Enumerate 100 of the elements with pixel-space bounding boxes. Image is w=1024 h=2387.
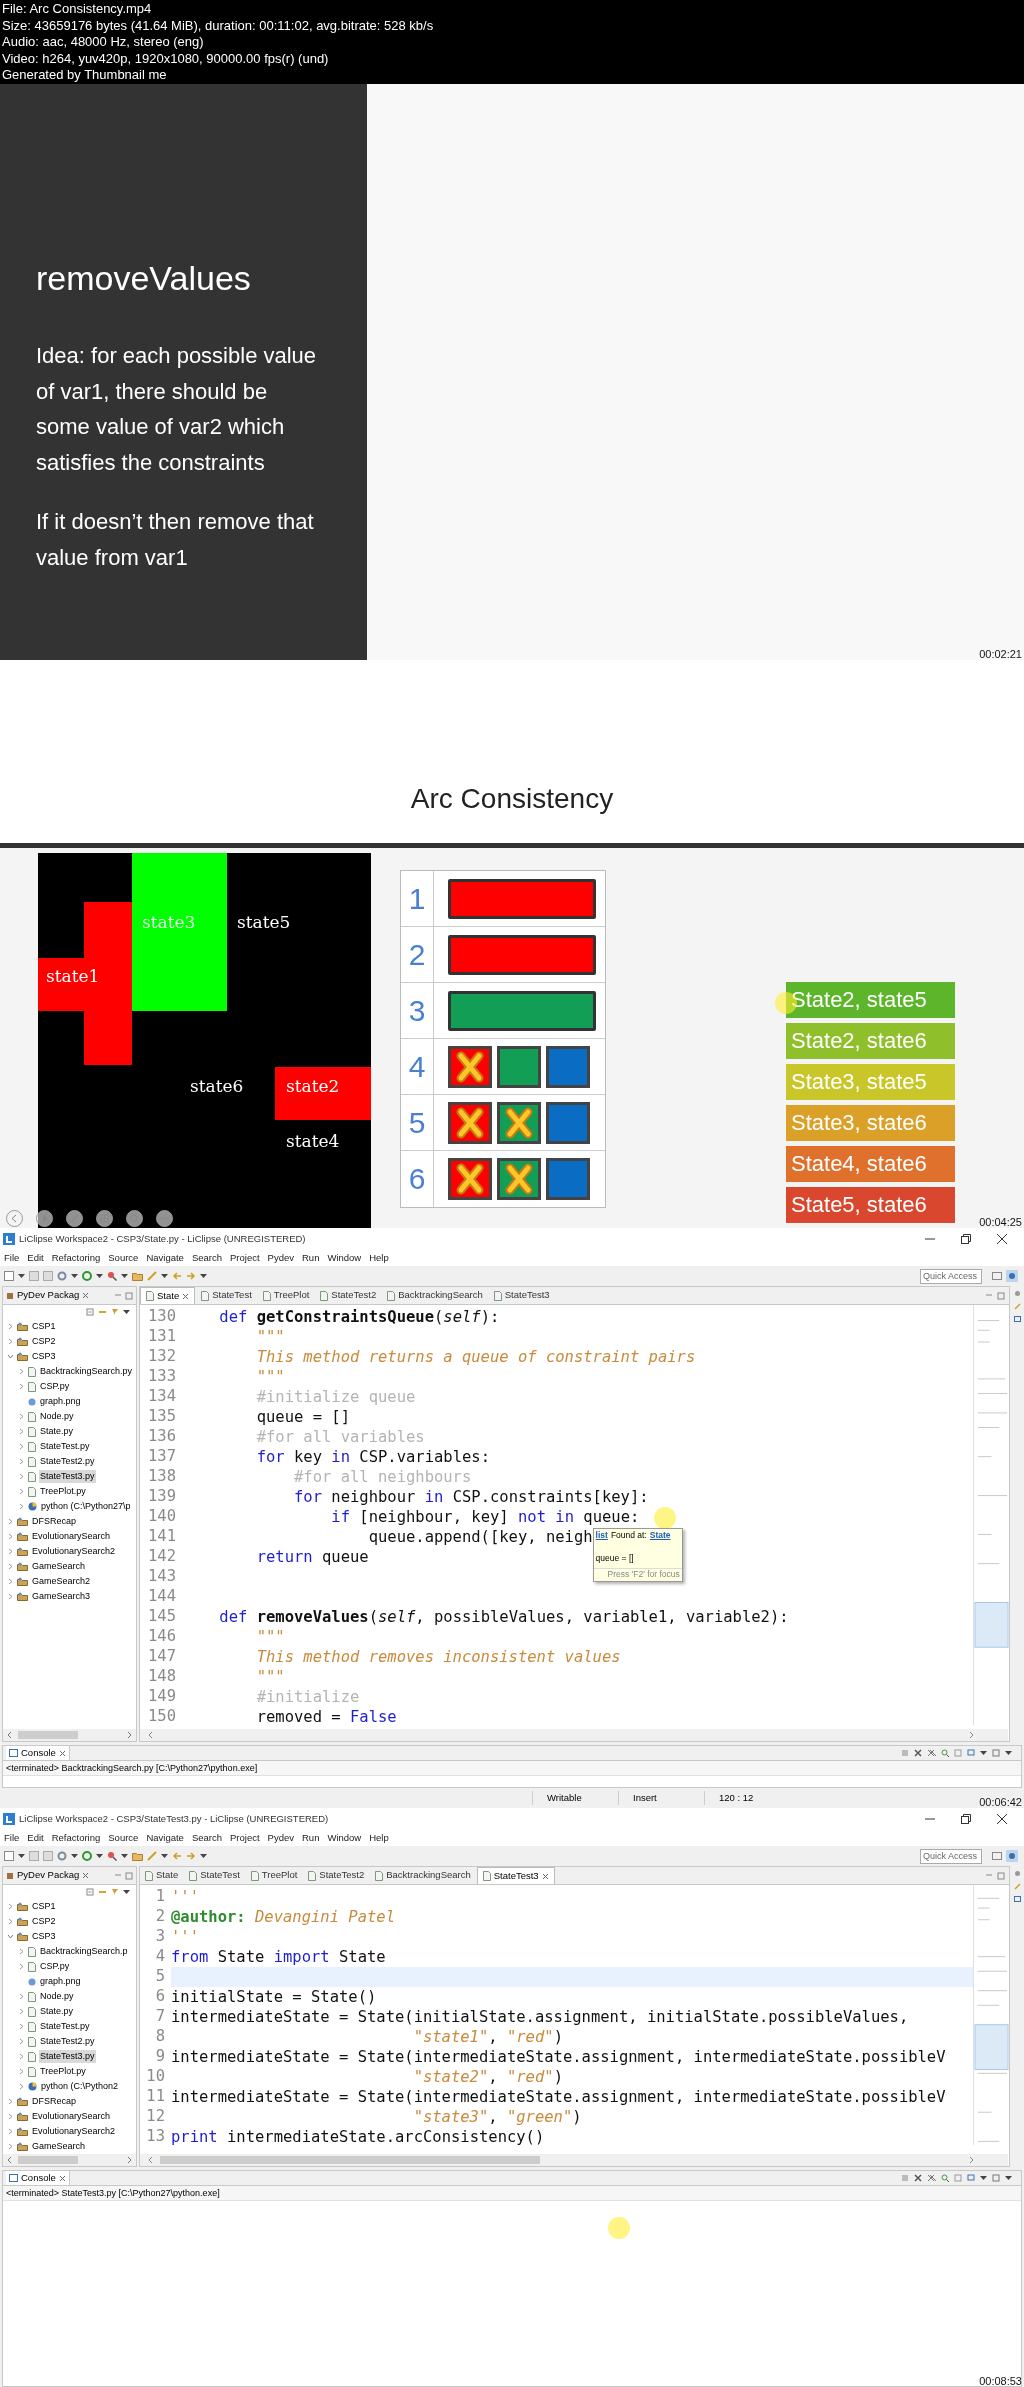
remove-all-icon[interactable] [927, 2174, 936, 2182]
close-icon[interactable] [58, 2174, 66, 2182]
caret-icon[interactable] [980, 2176, 987, 2180]
editor-tab[interactable]: StateTest3 [476, 1867, 555, 1884]
tree-item[interactable]: StateTest3.py [39, 2050, 96, 2063]
tree-item[interactable]: StateTest.py [39, 2020, 91, 2033]
tree-item[interactable]: EvolutionarySearch [31, 1530, 112, 1543]
menu-item[interactable]: Help [367, 1251, 391, 1265]
menu-item[interactable]: Window [325, 1831, 364, 1845]
caret-icon[interactable] [980, 1751, 987, 1755]
tree-item[interactable]: CSP3 [31, 1350, 57, 1363]
chevron-icon[interactable] [7, 1323, 14, 1330]
pen-icon[interactable] [66, 1210, 83, 1227]
console-tab[interactable]: Console [6, 2170, 70, 2186]
remove-icon[interactable] [914, 2174, 922, 2182]
collapse-icon[interactable] [86, 1308, 94, 1316]
caret-icon[interactable] [161, 1274, 168, 1278]
editor-tab[interactable]: State [140, 1287, 196, 1304]
tree-item[interactable]: CSP.py [39, 1380, 71, 1393]
caret-icon[interactable] [161, 1854, 168, 1858]
link-icon[interactable] [98, 1308, 107, 1316]
tree-item[interactable]: EvolutionarySearch2 [31, 1545, 117, 1558]
zoom-icon[interactable] [126, 1210, 143, 1227]
search-icon[interactable] [941, 1749, 949, 1757]
back-icon[interactable] [172, 1851, 182, 1861]
monitor-icon[interactable] [1013, 1896, 1021, 1903]
chevron-icon[interactable] [7, 1563, 14, 1570]
chevron-icon[interactable] [7, 2143, 14, 2150]
tree-item[interactable]: CSP2 [31, 1335, 57, 1348]
forward-icon[interactable] [186, 1851, 196, 1861]
caret-icon[interactable] [96, 1854, 103, 1858]
tree-item[interactable]: BacktrackingSearch.p [39, 1945, 129, 1958]
chevron-icon[interactable] [18, 2053, 25, 2060]
menu-item[interactable]: Navigate [144, 1251, 186, 1265]
chevron-icon[interactable] [18, 1488, 25, 1495]
tree-item[interactable]: Node.py [39, 1990, 75, 2003]
tree-item[interactable]: GameSearch [31, 1560, 87, 1573]
close-icon[interactable] [997, 1814, 1007, 1824]
menu-item[interactable]: Window [325, 1251, 364, 1265]
maximize-icon[interactable] [997, 1291, 1005, 1300]
chevron-icon[interactable] [18, 2023, 25, 2030]
collapse-icon[interactable] [86, 1888, 94, 1896]
monitor-icon[interactable] [1013, 1316, 1021, 1323]
maximize-icon[interactable] [997, 1871, 1005, 1880]
tree-item[interactable]: CSP.py [39, 1960, 71, 1973]
chevron-icon[interactable] [7, 2113, 14, 2120]
quick-access-field[interactable]: Quick Access [920, 1268, 982, 1284]
tree-item[interactable]: StateTest.py [39, 1440, 91, 1453]
chevron-icon[interactable] [18, 1948, 25, 1955]
tree-item[interactable]: EvolutionarySearch [31, 2110, 112, 2123]
chevron-icon[interactable] [7, 1578, 14, 1585]
grid-icon[interactable] [96, 1210, 113, 1227]
chevron-icon[interactable] [18, 1413, 25, 1420]
chevron-icon[interactable] [18, 1473, 25, 1480]
tree-item[interactable]: EvolutionarySearch2 [31, 2125, 117, 2138]
chevron-icon[interactable] [18, 1368, 25, 1375]
tree-item[interactable]: CSP1 [31, 1320, 57, 1333]
play-icon[interactable] [36, 1210, 53, 1227]
display-icon[interactable] [967, 1749, 975, 1757]
chevron-icon[interactable] [7, 1533, 14, 1540]
tree-item[interactable]: CSP2 [31, 1915, 57, 1928]
tree-item[interactable]: graph.png [39, 1395, 82, 1408]
link-icon[interactable] [98, 1888, 107, 1896]
restore-icon[interactable] [961, 1814, 971, 1824]
menu-item[interactable]: Edit [25, 1251, 46, 1265]
tree-item[interactable]: DFSRecap [31, 2095, 77, 2108]
tree-item[interactable]: GameSearch3 [31, 1590, 92, 1603]
menu-item[interactable]: File [2, 1831, 22, 1845]
caret-icon[interactable] [1005, 1751, 1012, 1755]
search-icon[interactable] [107, 1851, 117, 1861]
menu-item[interactable]: Pydev [265, 1251, 296, 1265]
type-link[interactable]: list [595, 1530, 608, 1541]
filter-icon[interactable] [111, 1888, 119, 1896]
caret-icon[interactable] [121, 1274, 128, 1278]
console-tab[interactable]: Console [6, 1745, 70, 1761]
restore-icon[interactable] [961, 1234, 971, 1244]
close-icon[interactable] [541, 1872, 549, 1880]
chevron-icon[interactable] [18, 2038, 25, 2045]
menu-item[interactable]: Run [300, 1251, 322, 1265]
menu-item[interactable]: Run [300, 1831, 322, 1845]
menu-item[interactable]: Navigate [144, 1831, 186, 1845]
caret-icon[interactable] [18, 1274, 25, 1278]
chevron-icon[interactable] [7, 1518, 14, 1525]
menu-item[interactable]: Source [106, 1251, 141, 1265]
chevron-icon[interactable] [7, 1353, 14, 1360]
caret-icon[interactable] [123, 1310, 130, 1314]
display-icon[interactable] [967, 2174, 975, 2182]
menu-item[interactable]: Pydev [265, 1831, 296, 1845]
close-icon[interactable] [58, 1749, 66, 1757]
stop-icon[interactable] [901, 2174, 909, 2182]
menu-item[interactable]: Edit [25, 1831, 46, 1845]
chevron-icon[interactable] [7, 1338, 14, 1345]
back-icon[interactable] [172, 1271, 182, 1281]
tree-item[interactable]: DFSRecap [31, 1515, 77, 1528]
caret-icon[interactable] [123, 1890, 130, 1894]
tree-item[interactable]: TreePlot.py [39, 2065, 87, 2078]
search-icon[interactable] [941, 2174, 949, 2182]
tree-item[interactable]: TreePlot.py [39, 1485, 87, 1498]
chevron-icon[interactable] [18, 1443, 25, 1450]
caret-icon[interactable] [1005, 2176, 1012, 2180]
